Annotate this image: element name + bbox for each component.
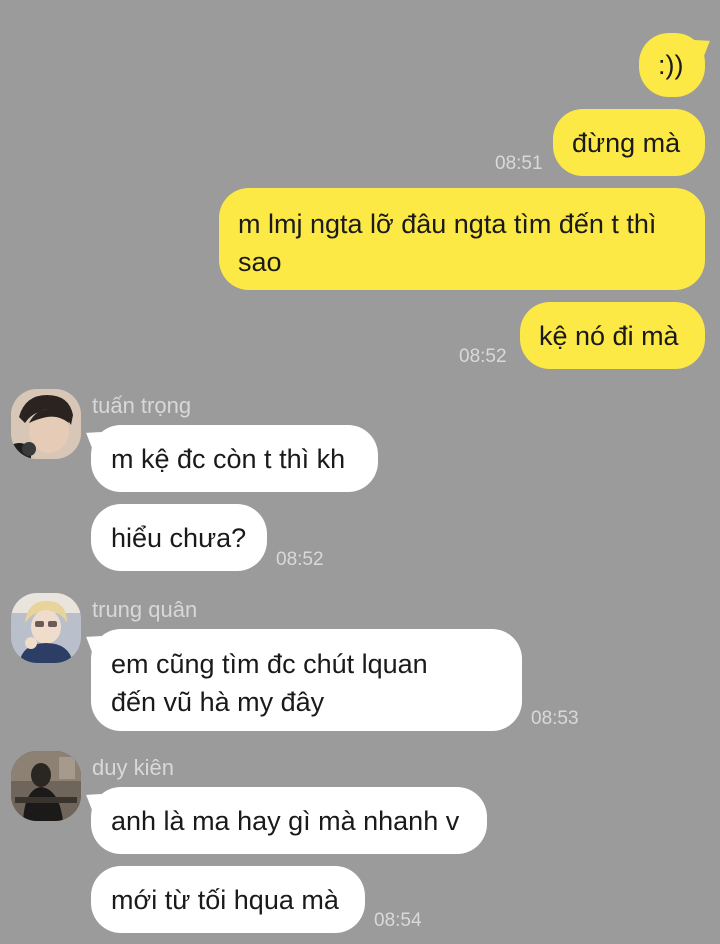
message-text: kệ nó đi mà <box>539 321 679 351</box>
incoming-message[interactable]: em cũng tìm đc chút lquan đến vũ hà my đ… <box>91 629 522 731</box>
avatar[interactable] <box>11 751 81 821</box>
incoming-message[interactable]: mới từ tối hqua mà <box>91 866 365 933</box>
message-text-line: m lmj ngta lỡ đâu ngta tìm đến t thì <box>238 209 657 239</box>
message-text-line: đến vũ hà my đây <box>111 687 325 717</box>
message-text-line: em cũng tìm đc chút lquan <box>111 649 428 679</box>
message-time: 08:52 <box>276 549 324 570</box>
outgoing-message[interactable]: m lmj ngta lỡ đâu ngta tìm đến t thì sao <box>219 188 705 290</box>
incoming-message[interactable]: m kệ đc còn t thì kh <box>91 425 378 492</box>
message-text: hiểu chưa? <box>111 523 247 553</box>
message-time: 08:51 <box>495 153 543 174</box>
message-text-line: sao <box>238 247 282 277</box>
message-text: mới từ tối hqua mà <box>111 885 339 915</box>
incoming-message[interactable]: hiểu chưa? <box>91 504 267 571</box>
message-text: đừng mà <box>572 128 681 158</box>
message-time: 08:54 <box>374 910 422 931</box>
avatar[interactable] <box>11 389 81 459</box>
avatar-photo-icon <box>11 593 81 663</box>
outgoing-message[interactable]: :)) <box>639 33 705 97</box>
message-time: 08:52 <box>459 346 507 367</box>
message-text: :)) <box>658 50 684 80</box>
incoming-message[interactable]: anh là ma hay gì mà nhanh v <box>91 787 487 854</box>
message-text: anh là ma hay gì mà nhanh v <box>111 806 460 836</box>
outgoing-message[interactable]: đừng mà <box>553 109 705 176</box>
sender-name: trung quân <box>92 597 198 622</box>
sender-name: duy kiên <box>92 755 174 780</box>
sender-name: tuấn trọng <box>92 393 192 418</box>
message-time: 08:53 <box>531 708 579 729</box>
avatar-photo-icon <box>11 751 81 821</box>
avatar-photo-icon <box>11 389 81 459</box>
outgoing-message[interactable]: kệ nó đi mà <box>520 302 705 369</box>
avatar[interactable] <box>11 593 81 663</box>
message-text: m kệ đc còn t thì kh <box>111 444 346 474</box>
